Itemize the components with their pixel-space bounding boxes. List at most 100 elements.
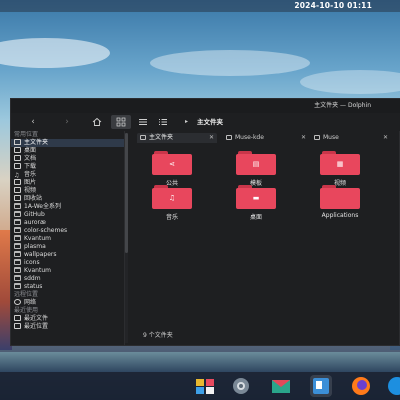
home-icon — [140, 135, 146, 140]
breadcrumb[interactable]: 主文件夹 — [197, 115, 223, 129]
sidebar-item-folder[interactable]: color-schemes — [11, 227, 124, 235]
firefox-button[interactable] — [350, 375, 372, 397]
share-icon: ⋖ — [169, 160, 175, 168]
folder-icon — [14, 211, 21, 217]
dolphin-window: 主文件夹 — Dolphin ‹ › ▸ 主文件夹 常用位置 主文件夹 桌面 文… — [10, 98, 400, 346]
sidebar-item-home[interactable]: 主文件夹 — [11, 139, 124, 147]
sidebar-item-folder[interactable]: 1A-We全系列 — [11, 203, 124, 211]
folder-icon: ▬ — [236, 185, 276, 209]
folder-icon — [14, 283, 21, 289]
tab-muse-kde[interactable]: Muse-kde ✕ — [223, 133, 309, 143]
sidebar-item-folder[interactable]: Kvantum — [11, 235, 124, 243]
home-icon — [14, 139, 21, 145]
folder-icon — [14, 275, 21, 281]
recent-files-icon — [14, 315, 21, 321]
folder-item[interactable]: ⋖ 公共 — [147, 151, 197, 187]
close-icon[interactable]: ✕ — [301, 133, 306, 143]
folder-item[interactable]: ♫ 音乐 — [147, 185, 197, 221]
sidebar-item-folder[interactable]: wallpapers — [11, 251, 124, 259]
sidebar-item-videos[interactable]: 视频 — [11, 187, 124, 195]
folder-item[interactable]: Applications — [315, 185, 365, 219]
tab-muse[interactable]: Muse ✕ — [311, 133, 391, 143]
sidebar-item-folder[interactable]: icons — [11, 259, 124, 267]
folder-icon: ▦ — [320, 151, 360, 175]
close-icon[interactable]: ✕ — [209, 133, 214, 143]
home-button[interactable] — [89, 115, 105, 129]
folder-icon — [14, 267, 21, 273]
dolphin-button[interactable] — [310, 375, 332, 397]
sidebar-heading: 常用位置 — [14, 131, 39, 138]
tab-home[interactable]: 主文件夹 ✕ — [137, 133, 217, 143]
scrollbar-thumb[interactable] — [125, 133, 128, 253]
details-view-button[interactable] — [155, 115, 171, 129]
sidebar-item-desktop[interactable]: 桌面 — [11, 147, 124, 155]
wallpaper-cloud — [0, 38, 110, 68]
desktop-icon: ▬ — [252, 194, 260, 202]
picture-icon — [14, 179, 21, 185]
icons-view-button[interactable] — [111, 115, 131, 129]
folder-item[interactable]: ▤ 模板 — [231, 151, 281, 187]
close-icon[interactable]: ✕ — [383, 133, 388, 143]
folder-icon: ♫ — [152, 185, 192, 209]
folder-icon — [14, 219, 21, 225]
folder-icon — [14, 203, 21, 209]
app-launcher-icon — [196, 379, 214, 394]
sidebar-item-music[interactable]: ♫ 音乐 — [11, 171, 124, 179]
forward-button[interactable]: › — [59, 115, 75, 129]
firefox-icon — [352, 377, 370, 395]
status-bar: 9 个文件夹 — [143, 332, 173, 339]
sidebar-item-documents[interactable]: 文档 — [11, 155, 124, 163]
folder-icon — [14, 227, 21, 233]
folder-icon: ⋖ — [152, 151, 192, 175]
folder-icon — [14, 251, 21, 257]
mail-button[interactable] — [270, 375, 292, 397]
grid-icon — [116, 117, 126, 127]
mail-icon — [272, 380, 290, 393]
app-launcher-button[interactable] — [194, 375, 216, 397]
sidebar-item-pictures[interactable]: 图片 — [11, 179, 124, 187]
template-icon: ▤ — [252, 160, 260, 168]
recent-locations-icon — [14, 323, 21, 329]
breadcrumb-separator-icon: ▸ — [185, 118, 189, 125]
sidebar-item-downloads[interactable]: 下载 — [11, 163, 124, 171]
sidebar-scrollbar[interactable] — [125, 133, 128, 343]
music-icon: ♫ — [168, 194, 176, 202]
sidebar-heading: 最近使用 — [14, 307, 39, 314]
sidebar-item-recent-locations[interactable]: 最近位置 — [11, 323, 124, 331]
sidebar-item-folder[interactable]: auroræ — [11, 219, 124, 227]
compact-view-button[interactable] — [135, 115, 151, 129]
sidebar-item-folder[interactable]: sddm — [11, 275, 124, 283]
back-button[interactable]: ‹ — [25, 115, 41, 129]
gear-icon — [233, 378, 249, 394]
places-panel: 常用位置 主文件夹 桌面 文档 下载 ♫ 音乐 图片 视频 回收站 1A-We全系… — [11, 131, 125, 345]
file-manager-icon — [313, 378, 329, 394]
sidebar-item-network[interactable]: 网络 — [11, 299, 124, 307]
browser-button[interactable] — [386, 375, 400, 397]
sidebar-item-recent-files[interactable]: 最近文件 — [11, 315, 124, 323]
sidebar-item-folder[interactable]: Kvantum — [11, 267, 124, 275]
folder-icon — [314, 135, 320, 140]
wallpaper-cloud — [150, 50, 310, 76]
sidebar-heading: 远程位置 — [14, 291, 39, 298]
folder-item[interactable]: ▦ 视频 — [315, 151, 365, 187]
sidebar-item-folder[interactable]: plasma — [11, 243, 124, 251]
wallpaper-ground — [0, 352, 400, 372]
folder-icon — [14, 259, 21, 265]
document-icon — [14, 155, 21, 161]
settings-button[interactable] — [230, 375, 252, 397]
window-title[interactable]: 主文件夹 — Dolphin — [11, 99, 400, 113]
network-icon — [14, 299, 21, 305]
file-view[interactable]: ⋖ 公共 ▤ 模板 ▦ 视频 ♫ 音乐 ▬ 桌面 Applications — [131, 145, 400, 331]
folder-item[interactable]: ▬ 桌面 — [231, 185, 281, 221]
trash-icon — [14, 195, 21, 201]
list-icon — [159, 119, 167, 125]
clock[interactable]: 2024-10-10 01:11 — [294, 1, 372, 10]
folder-icon — [226, 135, 232, 140]
home-icon — [92, 117, 102, 126]
sidebar-item-trash[interactable]: 回收站 — [11, 195, 124, 203]
sidebar-item-folder[interactable]: GitHub — [11, 211, 124, 219]
sidebar-item-folder[interactable]: status — [11, 283, 124, 291]
top-panel: 2024-10-10 01:11 — [0, 0, 400, 12]
download-icon — [14, 163, 21, 169]
folder-icon — [14, 243, 21, 249]
